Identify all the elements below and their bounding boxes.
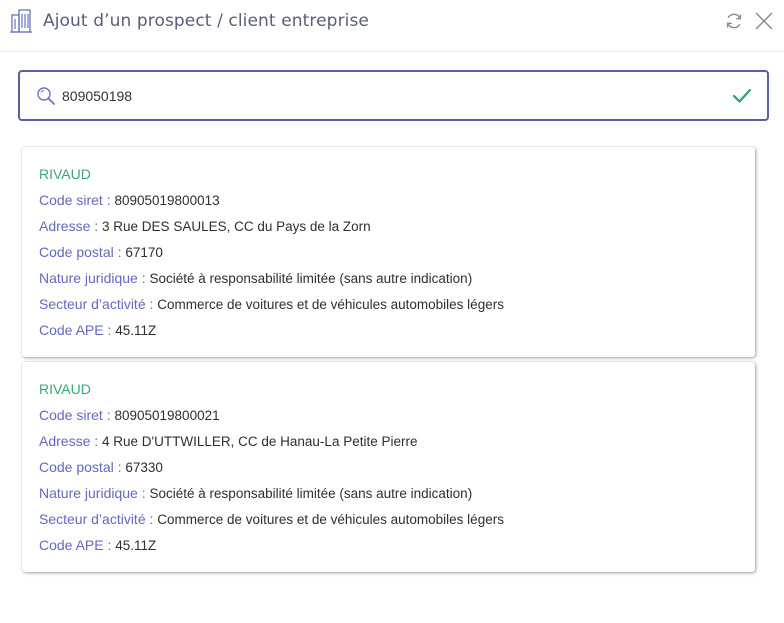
ape-label: Code APE <box>39 322 104 338</box>
company-result-card[interactable]: RIVAUD Code siret : 80905019800013 Adres… <box>22 147 755 357</box>
sector-row: Secteur d’activité : Commerce de voiture… <box>39 296 504 312</box>
siret-search-box <box>18 70 769 121</box>
building-icon <box>10 9 32 33</box>
modal-title: Ajout d’un prospect / client entreprise <box>43 11 369 31</box>
ape-row: Code APE : 45.11Z <box>39 537 157 553</box>
company-name: RIVAUD <box>39 381 91 397</box>
sector-value: Commerce de voitures et de véhicules aut… <box>157 512 504 527</box>
postal-label: Code postal <box>39 244 114 260</box>
postal-row: Code postal : 67170 <box>39 244 163 260</box>
siret-row: Code siret : 80905019800013 <box>39 192 220 208</box>
legal-label: Nature juridique <box>39 485 138 501</box>
search-input[interactable] <box>62 84 702 108</box>
postal-label: Code postal <box>39 459 114 475</box>
siret-value: 80905019800021 <box>114 408 220 423</box>
ape-value: 45.11Z <box>115 323 157 338</box>
address-row: Adresse : 4 Rue D'UTTWILLER, CC de Hanau… <box>39 433 418 449</box>
address-label: Adresse <box>39 433 91 449</box>
check-icon[interactable] <box>732 87 752 105</box>
address-value: 3 Rue DES SAULES, CC du Pays de la Zorn <box>102 219 371 234</box>
ape-value: 45.11Z <box>115 538 157 553</box>
legal-value: Société à responsabilité limitée (sans a… <box>149 271 473 286</box>
legal-label: Nature juridique <box>39 270 138 286</box>
siret-label: Code siret <box>39 192 103 208</box>
refresh-icon[interactable] <box>724 11 744 31</box>
legal-row: Nature juridique : Société à responsabil… <box>39 485 473 501</box>
ape-label: Code APE <box>39 537 104 553</box>
address-row: Adresse : 3 Rue DES SAULES, CC du Pays d… <box>39 218 371 234</box>
sector-row: Secteur d’activité : Commerce de voiture… <box>39 511 504 527</box>
siret-row: Code siret : 80905019800021 <box>39 407 220 423</box>
siret-value: 80905019800013 <box>114 193 220 208</box>
siret-label: Code siret <box>39 407 103 423</box>
legal-value: Société à responsabilité limitée (sans a… <box>149 486 473 501</box>
ape-row: Code APE : 45.11Z <box>39 322 157 338</box>
address-label: Adresse <box>39 218 91 234</box>
modal-header: Ajout d’un prospect / client entreprise <box>0 0 784 52</box>
company-name: RIVAUD <box>39 166 91 182</box>
company-result-card[interactable]: RIVAUD Code siret : 80905019800021 Adres… <box>22 362 755 572</box>
sector-label: Secteur d’activité <box>39 511 146 527</box>
postal-value: 67330 <box>125 460 163 475</box>
address-value: 4 Rue D'UTTWILLER, CC de Hanau-La Petite… <box>102 434 418 449</box>
legal-row: Nature juridique : Société à responsabil… <box>39 270 473 286</box>
close-icon[interactable] <box>754 11 774 31</box>
postal-row: Code postal : 67330 <box>39 459 163 475</box>
postal-value: 67170 <box>125 245 163 260</box>
sector-value: Commerce de voitures et de véhicules aut… <box>157 297 504 312</box>
sector-label: Secteur d’activité <box>39 296 146 312</box>
search-icon <box>37 87 55 105</box>
